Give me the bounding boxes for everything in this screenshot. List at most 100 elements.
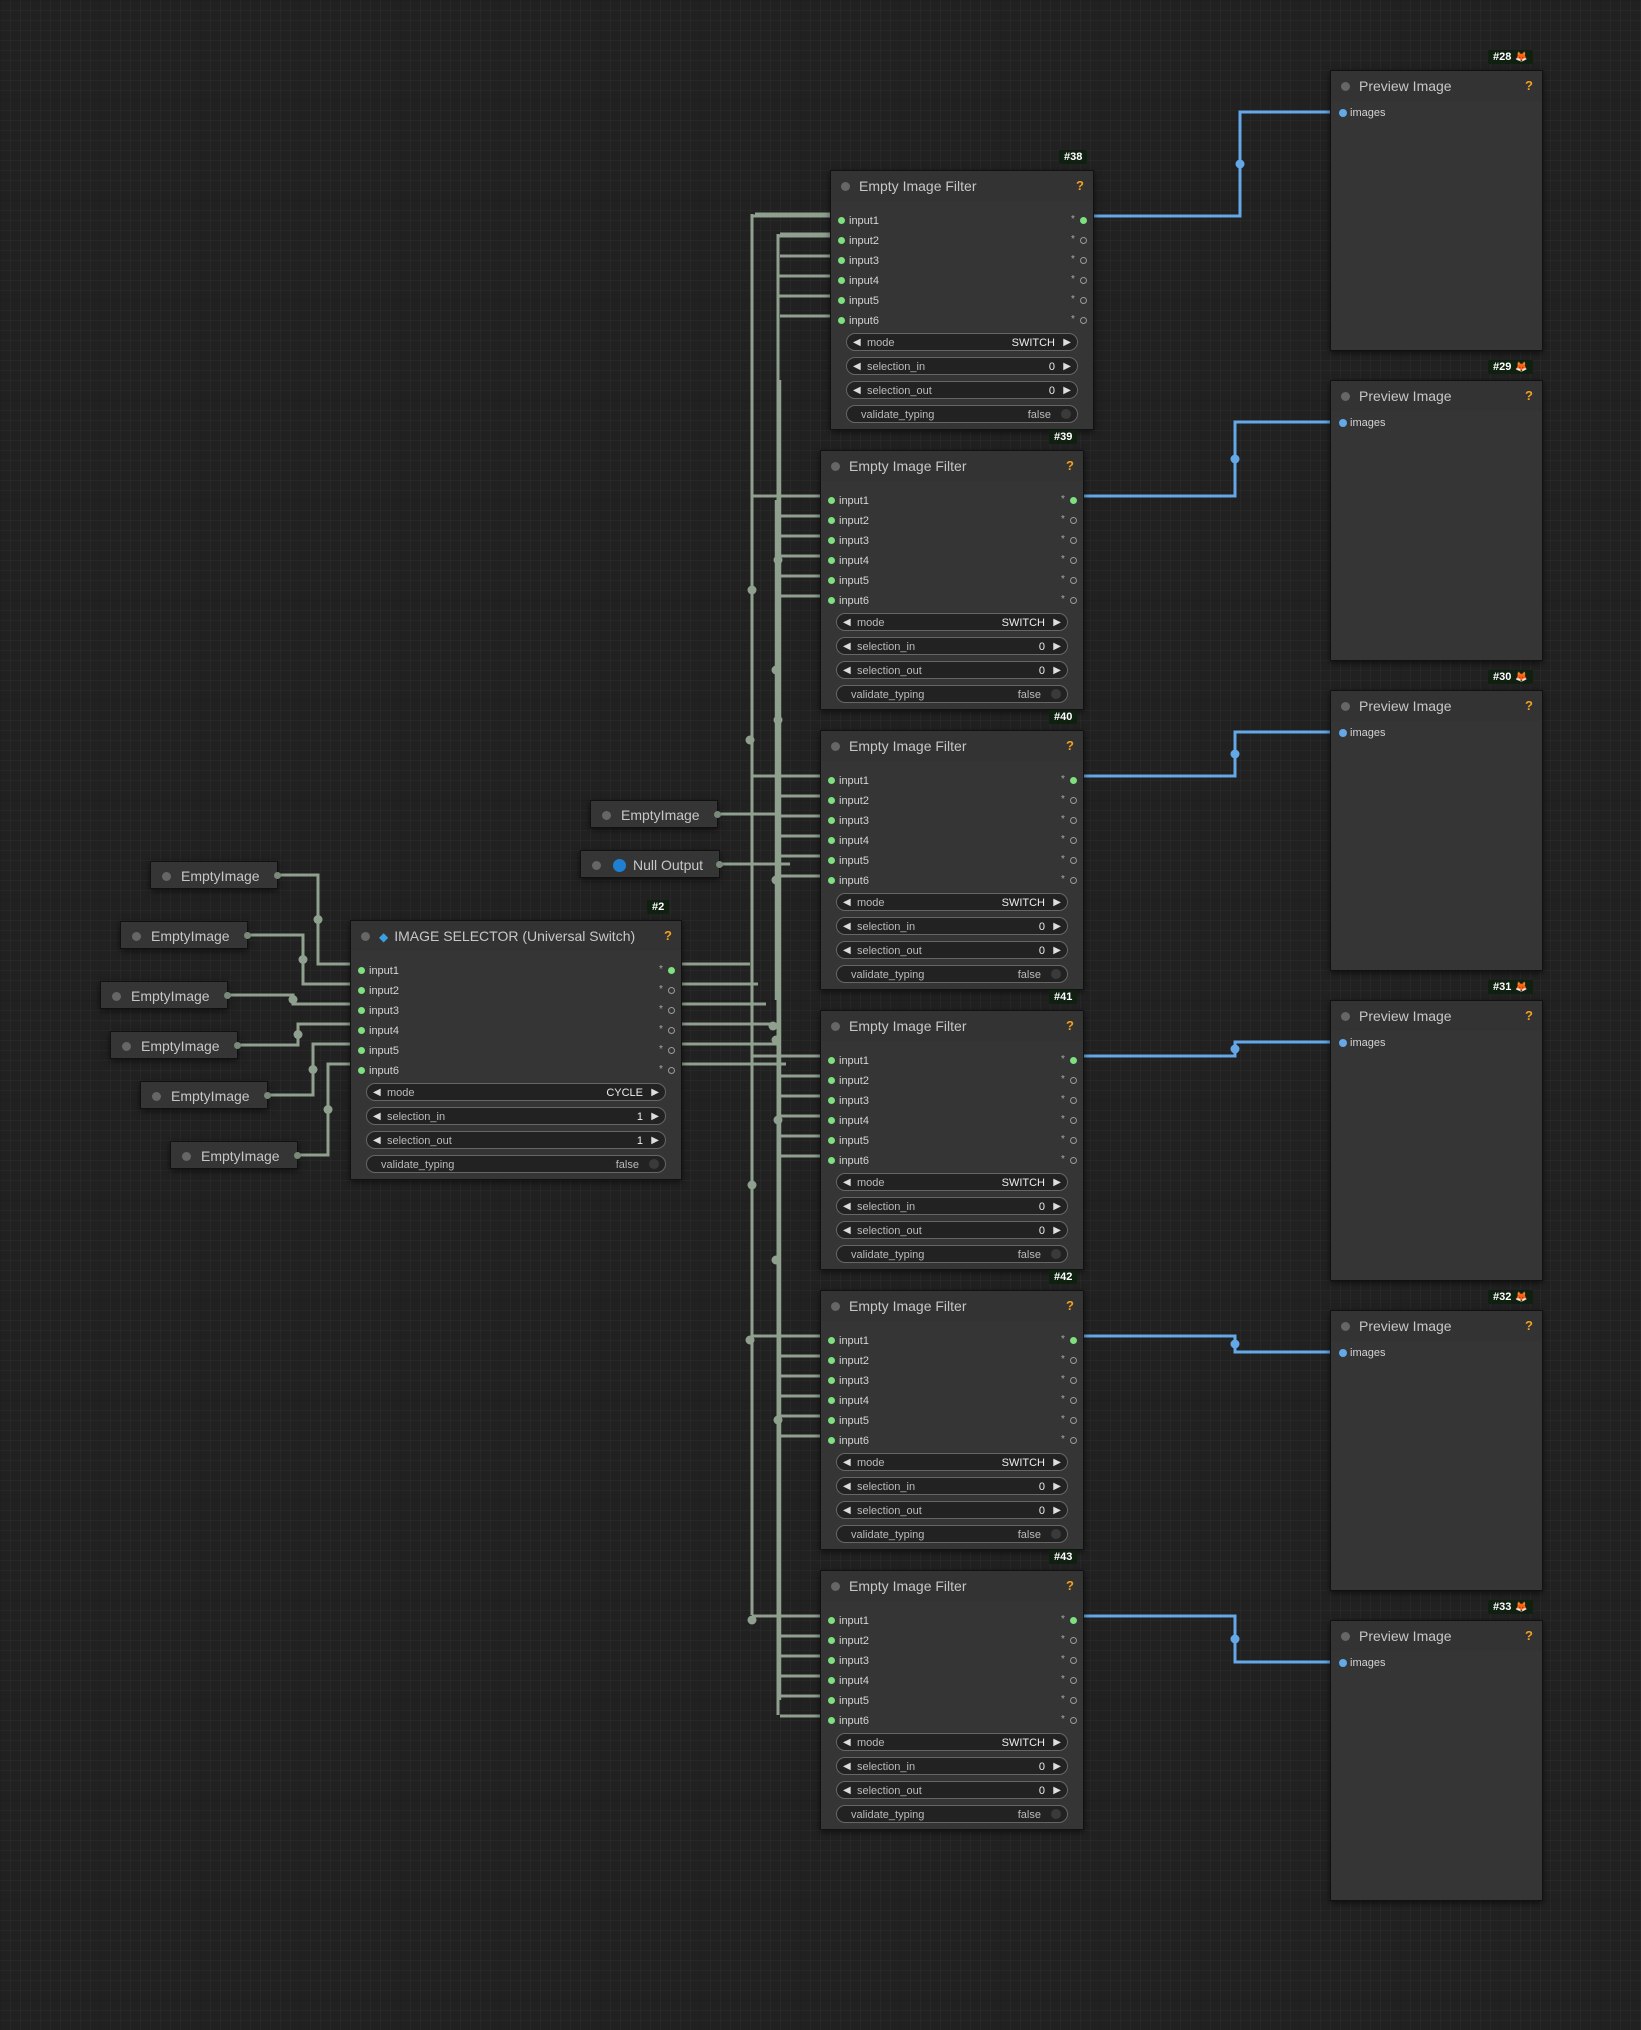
collapse-dot-icon[interactable] [1341, 392, 1350, 401]
node-title-bar[interactable]: Preview Image? [1331, 1311, 1542, 1341]
arrow-right-icon[interactable]: ▶ [651, 1084, 659, 1102]
arrow-right-icon[interactable]: ▶ [1053, 1758, 1061, 1776]
empty-image-node[interactable]: EmptyImage [170, 1141, 301, 1169]
link-midpoint[interactable] [771, 665, 781, 675]
link-midpoint[interactable] [323, 1105, 333, 1114]
input-slot-dot[interactable] [828, 1097, 835, 1104]
help-icon[interactable]: ? [1066, 1291, 1074, 1321]
input-slot-dot[interactable] [828, 1617, 835, 1624]
input-slot-dot[interactable] [828, 1637, 835, 1644]
collapse-dot-icon[interactable] [1341, 82, 1350, 91]
collapse-dot-icon[interactable] [152, 1092, 161, 1101]
output-slot-dot[interactable] [264, 1092, 271, 1099]
empty-image-filter-node[interactable]: Empty Image Filter? input1 * input2 * input3 *… [820, 1570, 1084, 1830]
output-slot-dot[interactable] [1080, 277, 1087, 284]
link-midpoint[interactable] [768, 1021, 778, 1031]
output-slot-dot[interactable] [1070, 817, 1077, 824]
link-midpoint[interactable] [1230, 1339, 1240, 1349]
input-slot-dot[interactable] [828, 1377, 835, 1384]
input-slot-dot[interactable] [828, 1117, 835, 1124]
output-slot-dot[interactable] [1070, 877, 1077, 884]
collapse-dot-icon[interactable] [1341, 1632, 1350, 1641]
help-icon[interactable]: ? [1066, 1571, 1074, 1601]
node-title-bar[interactable]: Empty Image Filter? [821, 451, 1083, 481]
arrow-right-icon[interactable]: ▶ [1053, 614, 1061, 632]
mode-widget[interactable]: ◀ mode SWITCH ▶ [846, 333, 1078, 351]
link-midpoint[interactable] [1235, 159, 1245, 169]
output-slot-dot[interactable] [1070, 777, 1077, 784]
arrow-right-icon[interactable]: ▶ [1053, 1454, 1061, 1472]
input-slot-dot[interactable] [828, 1157, 835, 1164]
arrow-left-icon[interactable]: ◀ [843, 1758, 851, 1776]
workflow-canvas[interactable]: Empty Image Filter? input1 * input2 * input3 *… [0, 0, 1641, 2030]
link-midpoint[interactable] [1230, 1044, 1240, 1054]
arrow-left-icon[interactable]: ◀ [853, 358, 861, 376]
empty-image-node[interactable]: EmptyImage [120, 921, 251, 949]
selection-out-widget[interactable]: ◀ selection_out 1 ▶ [366, 1131, 666, 1149]
collapse-dot-icon[interactable] [831, 1022, 840, 1031]
input-slot-dot[interactable] [828, 497, 835, 504]
link-midpoint[interactable] [745, 735, 755, 745]
collapse-dot-icon[interactable] [1341, 702, 1350, 711]
link-midpoint[interactable] [771, 1035, 781, 1045]
output-slot-dot[interactable] [1080, 297, 1087, 304]
input-slot-dot[interactable] [828, 1697, 835, 1704]
node-title-bar[interactable]: Empty Image Filter? [821, 1291, 1083, 1321]
link-midpoint[interactable] [747, 1615, 757, 1625]
arrow-left-icon[interactable]: ◀ [843, 1782, 851, 1800]
output-slot-dot[interactable] [716, 861, 723, 868]
input-slot-dot[interactable] [828, 1357, 835, 1364]
link-midpoint[interactable] [747, 1180, 757, 1190]
input-slot-dot[interactable] [828, 817, 835, 824]
collapse-dot-icon[interactable] [831, 1582, 840, 1591]
input-slot-dot[interactable] [838, 237, 845, 244]
input-slot-dot[interactable] [828, 557, 835, 564]
input-slot-dot[interactable] [828, 877, 835, 884]
preview-image-node[interactable]: Preview Image? images [1330, 690, 1543, 971]
mode-widget[interactable]: ◀ mode SWITCH ▶ [836, 1173, 1068, 1191]
arrow-left-icon[interactable]: ◀ [843, 614, 851, 632]
images-input-dot[interactable] [1339, 1659, 1347, 1667]
input-slot-dot[interactable] [358, 1047, 365, 1054]
empty-image-node[interactable]: EmptyImage [140, 1081, 271, 1109]
arrow-right-icon[interactable]: ▶ [1063, 334, 1071, 352]
arrow-right-icon[interactable]: ▶ [1053, 894, 1061, 912]
link-midpoint[interactable] [308, 1065, 318, 1074]
validate-typing-toggle[interactable]: validate_typing false [836, 1525, 1068, 1543]
input-slot-dot[interactable] [828, 537, 835, 544]
input-slot-dot[interactable] [828, 1057, 835, 1064]
arrow-right-icon[interactable]: ▶ [1053, 1478, 1061, 1496]
arrow-right-icon[interactable]: ▶ [1053, 918, 1061, 936]
help-icon[interactable]: ? [1525, 1621, 1533, 1651]
node-title-bar[interactable]: Preview Image? [1331, 1001, 1542, 1031]
output-slot-dot[interactable] [1070, 1417, 1077, 1424]
selection-in-widget[interactable]: ◀ selection_in 0 ▶ [846, 357, 1078, 375]
images-input-dot[interactable] [1339, 729, 1347, 737]
arrow-left-icon[interactable]: ◀ [843, 894, 851, 912]
selection-out-widget[interactable]: ◀ selection_out 0 ▶ [836, 1781, 1068, 1799]
node-title-bar[interactable]: Preview Image? [1331, 691, 1542, 721]
images-input-dot[interactable] [1339, 1349, 1347, 1357]
help-icon[interactable]: ? [1525, 691, 1533, 721]
node-title-bar[interactable]: ◆ IMAGE SELECTOR (Universal Switch)? [351, 921, 681, 951]
arrow-left-icon[interactable]: ◀ [843, 1734, 851, 1752]
input-slot-dot[interactable] [828, 1717, 835, 1724]
arrow-right-icon[interactable]: ▶ [1053, 1198, 1061, 1216]
validate-typing-toggle[interactable]: validate_typing false [846, 405, 1078, 423]
input-slot-dot[interactable] [828, 1077, 835, 1084]
input-slot-dot[interactable] [838, 257, 845, 264]
output-slot-dot[interactable] [244, 932, 251, 939]
input-slot-dot[interactable] [828, 1657, 835, 1664]
output-slot-dot[interactable] [1070, 1437, 1077, 1444]
arrow-right-icon[interactable]: ▶ [1053, 1502, 1061, 1520]
collapse-dot-icon[interactable] [122, 1042, 131, 1051]
output-slot-dot[interactable] [224, 992, 231, 999]
arrow-left-icon[interactable]: ◀ [843, 1222, 851, 1240]
link-midpoint[interactable] [771, 1255, 781, 1265]
output-slot-dot[interactable] [668, 987, 675, 994]
link-midpoint[interactable] [747, 585, 757, 595]
arrow-right-icon[interactable]: ▶ [1053, 638, 1061, 656]
arrow-left-icon[interactable]: ◀ [843, 1454, 851, 1472]
output-slot-dot[interactable] [1070, 1677, 1077, 1684]
validate-typing-toggle[interactable]: validate_typing false [366, 1155, 666, 1173]
